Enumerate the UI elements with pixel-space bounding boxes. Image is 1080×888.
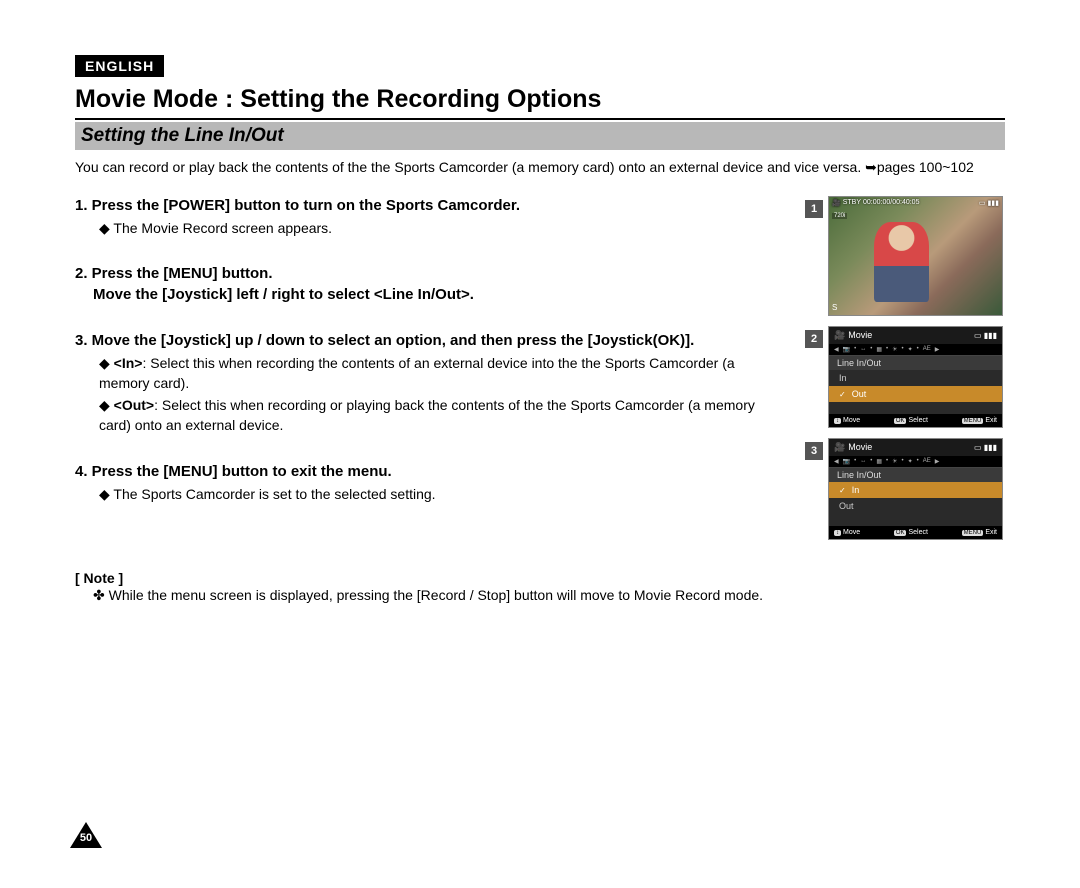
step-4-sub: The Sports Camcorder is set to the selec… — [99, 485, 787, 505]
menu-mode: Movie — [848, 442, 872, 452]
opt-out-label: <Out> — [114, 397, 154, 413]
move-btn-icon: ↕ — [834, 530, 841, 536]
preview-image — [874, 222, 929, 302]
menu-title: Line In/Out — [829, 356, 1002, 370]
battery-icon: ▮▮▮ — [987, 199, 999, 207]
note-body: While the menu screen is displayed, pres… — [93, 586, 787, 606]
stby-label: STBY — [843, 199, 861, 206]
intro-text: You can record or play back the contents… — [75, 158, 1005, 178]
menu-option-in-selected: In — [829, 482, 1002, 498]
screenshot-number-2: 2 — [805, 330, 823, 348]
menu-footer: ↕Move OKSelect MENUExit — [829, 526, 1002, 539]
step-3-opt-out: ◆ <Out>: Select this when recording or p… — [99, 396, 787, 435]
screenshot-2: Movie ▭ ▮▮▮ ◀📷•↔•▦•☀•✦•AE▶ Line In/Out I… — [828, 326, 1003, 428]
time-label: 00:00:00/00:40:05 — [863, 199, 919, 206]
step-3-head: 3. Move the [Joystick] up / down to sele… — [75, 331, 787, 351]
menu-title: Line In/Out — [829, 468, 1002, 482]
menu-icon-row: ◀📷•↔•▦•☀•✦•AE▶ — [829, 456, 1002, 468]
language-badge: ENGLISH — [75, 55, 164, 77]
menu-btn-icon: MENU — [962, 418, 984, 424]
menu-icon-row: ◀📷•↔•▦•☀•✦•AE▶ — [829, 344, 1002, 356]
foot-move: Move — [843, 417, 860, 424]
foot-select: Select — [908, 417, 927, 424]
screenshot-number-1: 1 — [805, 200, 823, 218]
step-2-head-b: Move the [Joystick] left / right to sele… — [93, 285, 787, 305]
resolution-badge: 720i — [832, 213, 847, 219]
battery-icon: ▭ ▮▮▮ — [974, 331, 997, 340]
screenshot-1: 🎥 STBY 00:00:00/00:40:05 ▭ ▮▮▮ 720i S — [828, 196, 1003, 316]
menu-btn-icon: MENU — [962, 530, 984, 536]
ok-btn-icon: OK — [894, 530, 907, 536]
menu-option-out-selected: Out — [829, 386, 1002, 402]
sepia-badge: S — [832, 303, 837, 312]
step-1-head: 1. Press the [POWER] button to turn on t… — [75, 196, 787, 216]
instructions-column: 1. Press the [POWER] button to turn on t… — [75, 196, 787, 606]
menu-mode: Movie — [848, 330, 872, 340]
section-title: Setting the Line In/Out — [75, 122, 1005, 150]
page-number: 50 — [76, 832, 96, 844]
check-icon — [839, 485, 848, 495]
step-1-sub: The Movie Record screen appears. — [99, 219, 787, 239]
opt-in-label: <In> — [114, 355, 143, 371]
move-btn-icon: ↕ — [834, 418, 841, 424]
camera-icon — [834, 330, 848, 340]
step-4: 4. Press the [MENU] button to exit the m… — [75, 462, 787, 505]
screenshot-3: Movie ▭ ▮▮▮ ◀📷•↔•▦•☀•✦•AE▶ Line In/Out I… — [828, 438, 1003, 540]
step-1: 1. Press the [POWER] button to turn on t… — [75, 196, 787, 239]
page-title: Movie Mode : Setting the Recording Optio… — [75, 85, 1005, 120]
step-3-opt-in: ◆ <In>: Select this when recording the c… — [99, 354, 787, 393]
screenshot-number-3: 3 — [805, 442, 823, 460]
step-3: 3. Move the [Joystick] up / down to sele… — [75, 331, 787, 436]
step-2-head-a: 2. Press the [MENU] button. — [75, 264, 787, 284]
step-2: 2. Press the [MENU] button. Move the [Jo… — [75, 264, 787, 305]
camera-icon — [834, 442, 848, 452]
battery-icon: ▭ ▮▮▮ — [974, 443, 997, 452]
foot-exit: Exit — [985, 417, 997, 424]
menu-option-in-label: In — [852, 485, 860, 495]
note-head: [ Note ] — [75, 570, 787, 586]
opt-out-text: : Select this when recording or playing … — [99, 397, 755, 433]
page-number-badge: 50 — [70, 822, 102, 848]
screenshots-column: 1 🎥 STBY 00:00:00/00:40:05 ▭ ▮▮▮ — [805, 196, 1005, 606]
step-4-head: 4. Press the [MENU] button to exit the m… — [75, 462, 787, 482]
record-icon: 🎥 — [832, 199, 841, 207]
ok-btn-icon: OK — [894, 418, 907, 424]
foot-select: Select — [908, 529, 927, 536]
opt-in-text: : Select this when recording the content… — [99, 355, 735, 391]
menu-option-out-label: Out — [852, 389, 867, 399]
foot-move: Move — [843, 529, 860, 536]
menu-footer: ↕Move OKSelect MENUExit — [829, 414, 1002, 427]
menu-option-out: Out — [829, 498, 1002, 514]
foot-exit: Exit — [985, 529, 997, 536]
card-icon: ▭ — [979, 199, 986, 207]
menu-option-in: In — [829, 370, 1002, 386]
check-icon — [839, 389, 848, 399]
